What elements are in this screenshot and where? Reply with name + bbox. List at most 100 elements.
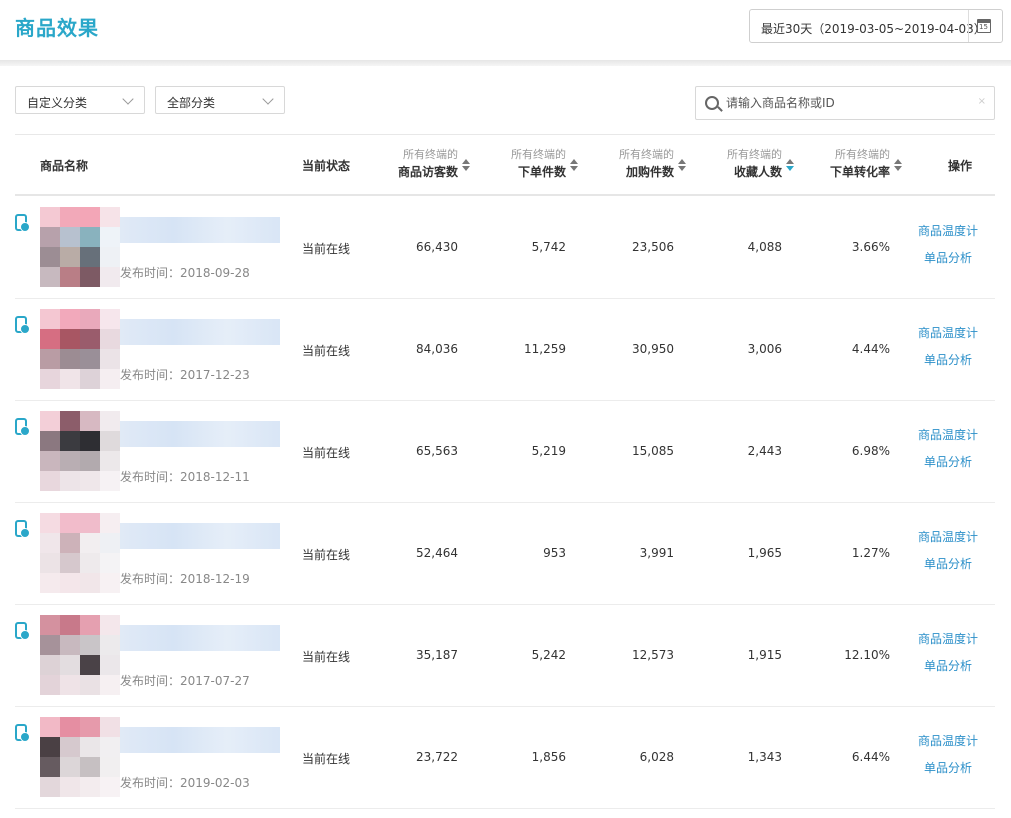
publish-time: 发布时间：2017-07-27 [120,674,250,688]
column-header-label: 商品访客数 [397,165,458,179]
thumbnail-pixel [60,573,80,593]
thumbnail-pixel [80,553,100,573]
thumbnail-pixel [100,737,120,757]
product-thumbnail[interactable] [40,717,120,797]
column-header-orders[interactable]: 所有终端的 下单件数 [511,147,566,181]
thumbnail-pixel [60,777,80,797]
column-header-prefix: 所有终端的 [619,148,674,161]
thumbnail-pixel [80,227,100,247]
sort-icon[interactable] [894,159,902,173]
item-analysis-link[interactable]: 单品分析 [924,657,972,674]
conversion-value: 6.44% [851,750,890,764]
date-range-picker[interactable]: 最近30天（2019-03-05~2019-04-03） 15 [749,9,1003,43]
thumbnail-pixel [80,247,100,267]
thumbnail-pixel [60,737,80,757]
mobile-device-icon [15,214,30,232]
thumbnail-pixel [60,717,80,737]
thumbnail-pixel [60,329,80,349]
publish-time: 发布时间：2018-12-19 [120,572,250,586]
thumbnail-pixel [80,267,100,287]
conversion-value: 6.98% [851,444,890,458]
temperature-link[interactable]: 商品温度计 [918,222,978,239]
temperature-link[interactable]: 商品温度计 [918,732,978,749]
table-row: 发布时间：2018-12-19 当前在线 52,464 953 3,991 1,965 1.… [0,503,1011,605]
header-divider [15,194,995,196]
product-name-blurred[interactable] [120,421,280,447]
sort-icon[interactable] [678,159,686,173]
temperature-link[interactable]: 商品温度计 [918,324,978,341]
item-analysis-link[interactable]: 单品分析 [924,351,972,368]
item-analysis-link[interactable]: 单品分析 [924,453,972,470]
visitors-value: 66,430 [416,240,458,254]
thumbnail-pixel [100,533,120,553]
thumbnail-pixel [80,309,100,329]
thumbnail-pixel [40,717,60,737]
product-name-blurred[interactable] [120,523,280,549]
clear-icon[interactable]: × [978,96,986,107]
status-text: 当前在线 [302,752,351,766]
thumbnail-pixel [60,471,80,491]
thumbnail-pixel [80,777,100,797]
thumbnail-pixel [40,431,60,451]
temperature-link[interactable]: 商品温度计 [918,630,978,647]
search-input[interactable] [726,93,976,113]
column-header-label: 下单件数 [517,165,566,179]
publish-time: 发布时间：2019-02-03 [120,776,250,790]
thumbnail-pixel [80,717,100,737]
favorites-value: 1,965 [747,546,782,560]
sort-icon-active[interactable] [786,159,794,173]
thumbnail-pixel [60,431,80,451]
product-name-blurred[interactable] [120,217,280,243]
calendar-icon[interactable]: 15 [977,19,991,33]
column-header-conversion[interactable]: 所有终端的 下单转化率 [830,147,890,181]
status-text: 当前在线 [302,650,351,664]
mobile-device-icon [15,316,30,334]
favorites-value: 1,343 [747,750,782,764]
product-thumbnail[interactable] [40,207,120,287]
calendar-icon-day: 15 [979,23,988,31]
sort-icon[interactable] [570,159,578,173]
orders-value: 5,742 [531,240,566,254]
product-thumbnail[interactable] [40,411,120,491]
thumbnail-pixel [60,553,80,573]
table-row: 发布时间：2017-07-27 当前在线 35,187 5,242 12,573 1,91… [0,605,1011,707]
column-header-label: 加购件数 [625,165,674,179]
custom-category-label: 自定义分类 [27,96,88,110]
thumbnail-pixel [40,757,60,777]
visitors-value: 65,563 [416,444,458,458]
table-row: 发布时间：2018-12-11 当前在线 65,563 5,219 15,085 2,44… [0,401,1011,503]
thumbnail-pixel [40,329,60,349]
thumbnail-pixel [100,573,120,593]
cart-value: 30,950 [632,342,674,356]
custom-category-select[interactable]: 自定义分类 [15,86,145,114]
product-name-blurred[interactable] [120,319,280,345]
mobile-device-icon [15,622,30,640]
item-analysis-link[interactable]: 单品分析 [924,555,972,572]
table-row: 发布时间：2018-09-28 当前在线 66,430 5,742 23,506 4,08… [0,197,1011,299]
item-analysis-link[interactable]: 单品分析 [924,759,972,776]
chevron-down-icon [122,93,134,105]
search-box[interactable]: × [695,86,995,120]
thumbnail-pixel [40,411,60,431]
thumbnail-pixel [100,309,120,329]
thumbnail-pixel [60,675,80,695]
product-thumbnail[interactable] [40,513,120,593]
sort-icon[interactable] [462,159,470,173]
column-header-visitors[interactable]: 所有终端的 商品访客数 [398,147,458,181]
product-thumbnail[interactable] [40,309,120,389]
thumbnail-pixel [80,451,100,471]
thumbnail-pixel [100,553,120,573]
favorites-value: 2,443 [747,444,782,458]
product-name-blurred[interactable] [120,727,280,753]
thumbnail-pixel [60,227,80,247]
product-thumbnail[interactable] [40,615,120,695]
thumbnail-pixel [40,349,60,369]
column-header-cart[interactable]: 所有终端的 加购件数 [619,147,674,181]
item-analysis-link[interactable]: 单品分析 [924,249,972,266]
temperature-link[interactable]: 商品温度计 [918,528,978,545]
all-category-select[interactable]: 全部分类 [155,86,285,114]
column-header-favorites[interactable]: 所有终端的 收藏人数 [727,147,782,181]
product-name-blurred[interactable] [120,625,280,651]
thumbnail-pixel [60,451,80,471]
temperature-link[interactable]: 商品温度计 [918,426,978,443]
